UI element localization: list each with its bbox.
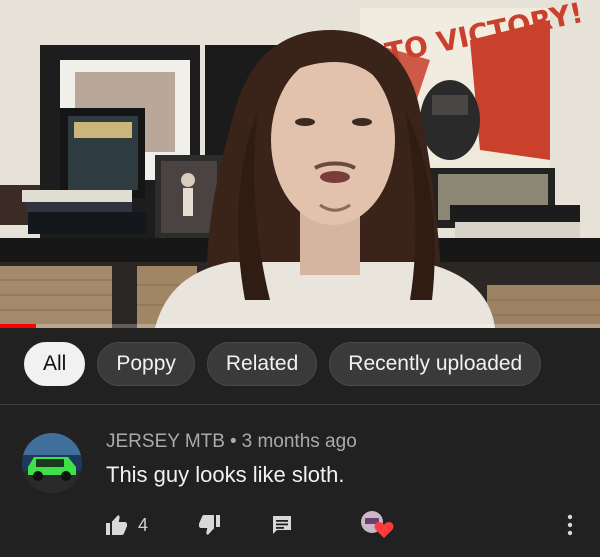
chip-related[interactable]: Related bbox=[206, 342, 318, 386]
video-progress-fill bbox=[0, 324, 36, 328]
filter-chip-bar: All Poppy Related Recently uploaded bbox=[24, 341, 542, 387]
chip-all[interactable]: All bbox=[24, 342, 86, 386]
more-options-button[interactable] bbox=[560, 508, 580, 542]
video-player[interactable]: TO VICTORY! bbox=[0, 0, 600, 328]
like-button[interactable]: 4 bbox=[104, 508, 148, 542]
chip-label: Poppy bbox=[116, 352, 176, 375]
comment-actions: 4 bbox=[104, 508, 594, 542]
meta-separator: • bbox=[229, 431, 237, 452]
chip-poppy[interactable]: Poppy bbox=[97, 342, 195, 386]
dislike-button[interactable] bbox=[198, 508, 222, 542]
video-frame: TO VICTORY! bbox=[0, 0, 600, 328]
section-divider bbox=[0, 404, 600, 405]
chip-recently-uploaded[interactable]: Recently uploaded bbox=[329, 342, 542, 386]
comment-meta: JERSEY MTB • 3 months ago bbox=[106, 431, 357, 453]
comment-time: 3 months ago bbox=[241, 431, 357, 452]
reply-icon bbox=[273, 516, 291, 534]
comment-text: This guy looks like sloth. bbox=[106, 462, 345, 487]
thumbs-down-icon bbox=[199, 515, 220, 535]
like-count: 4 bbox=[138, 514, 149, 535]
thumbs-up-icon bbox=[106, 515, 127, 535]
video-progress-bar[interactable] bbox=[0, 324, 600, 328]
chip-label: Related bbox=[225, 352, 299, 375]
more-vert-icon bbox=[567, 514, 573, 536]
comment-author[interactable]: JERSEY MTB bbox=[106, 431, 225, 452]
chip-label: Recently uploaded bbox=[348, 352, 523, 375]
creator-heart-icon bbox=[361, 511, 394, 538]
creator-heart-badge bbox=[360, 508, 394, 542]
chip-label: All bbox=[43, 352, 67, 375]
reply-button[interactable] bbox=[270, 508, 294, 542]
commenter-avatar[interactable] bbox=[22, 433, 82, 493]
